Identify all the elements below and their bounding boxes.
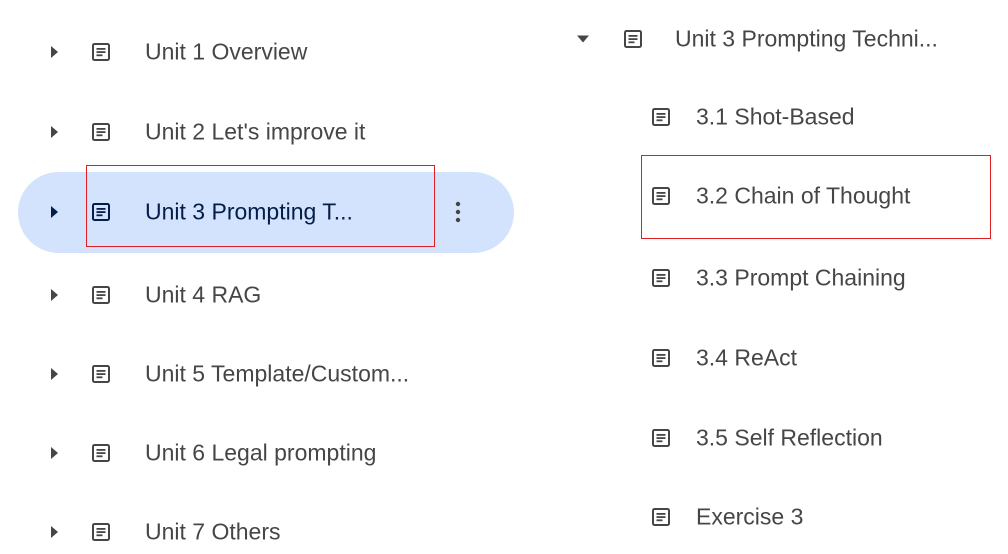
document-icon bbox=[92, 123, 110, 141]
document-icon bbox=[652, 508, 670, 526]
outline-item-unit-1[interactable]: Unit 1 Overview bbox=[0, 22, 510, 82]
caret-right-icon[interactable] bbox=[51, 126, 58, 138]
outline-item-label: Unit 6 Legal prompting bbox=[145, 439, 377, 466]
caret-right-icon[interactable] bbox=[51, 206, 58, 218]
outline-item-label: Unit 7 Others bbox=[145, 518, 281, 545]
outline-item-label: Exercise 3 bbox=[696, 503, 804, 530]
document-icon bbox=[652, 429, 670, 447]
outline-subitem-3-2[interactable]: 3.2 Chain of Thought bbox=[548, 166, 1008, 226]
document-icon bbox=[92, 286, 110, 304]
document-icon bbox=[652, 269, 670, 287]
caret-right-icon[interactable] bbox=[51, 46, 58, 58]
outline-item-unit-5[interactable]: Unit 5 Template/Custom... bbox=[0, 344, 510, 404]
outline-item-label: 3.3 Prompt Chaining bbox=[696, 264, 906, 291]
outline-item-unit-2[interactable]: Unit 2 Let's improve it bbox=[0, 102, 510, 162]
caret-right-icon[interactable] bbox=[51, 289, 58, 301]
document-icon bbox=[92, 444, 110, 462]
right-outline-panel: Unit 3 Prompting Techni... 3.1 Shot-Base… bbox=[548, 0, 1008, 554]
caret-right-icon[interactable] bbox=[51, 368, 58, 380]
outline-item-label: Unit 3 Prompting T... bbox=[145, 198, 353, 225]
outline-subitem-3-1[interactable]: 3.1 Shot-Based bbox=[548, 87, 1008, 147]
outline-subitem-3-3[interactable]: 3.3 Prompt Chaining bbox=[548, 248, 1008, 308]
outline-item-label: Unit 5 Template/Custom... bbox=[145, 360, 410, 387]
outline-item-label: 3.5 Self Reflection bbox=[696, 424, 883, 451]
outline-subitem-exercise-3[interactable]: Exercise 3 bbox=[548, 487, 1008, 547]
outline-item-label: Unit 1 Overview bbox=[145, 38, 308, 65]
outline-subitem-3-4[interactable]: 3.4 ReAct bbox=[548, 328, 1008, 388]
document-icon bbox=[92, 43, 110, 61]
outline-item-unit-3-expanded[interactable]: Unit 3 Prompting Techni... bbox=[548, 9, 1008, 69]
document-icon bbox=[652, 349, 670, 367]
caret-right-icon[interactable] bbox=[51, 526, 58, 538]
outline-item-unit-7[interactable]: Unit 7 Others bbox=[0, 502, 510, 554]
more-vert-icon[interactable] bbox=[455, 200, 461, 224]
document-icon bbox=[92, 203, 110, 221]
outline-item-label: 3.2 Chain of Thought bbox=[696, 182, 911, 209]
document-icon bbox=[92, 365, 110, 383]
outline-item-unit-4[interactable]: Unit 4 RAG bbox=[0, 265, 510, 325]
outline-item-label: Unit 3 Prompting Techni... bbox=[675, 25, 938, 52]
outline-item-label: Unit 2 Let's improve it bbox=[145, 118, 366, 145]
document-icon bbox=[92, 523, 110, 541]
document-icon bbox=[624, 30, 642, 48]
screenshot-stage: Unit 1 Overview Unit 2 Let's improve it … bbox=[0, 0, 1008, 554]
caret-right-icon[interactable] bbox=[51, 447, 58, 459]
outline-item-label: 3.4 ReAct bbox=[696, 344, 797, 371]
document-icon bbox=[652, 187, 670, 205]
caret-down-icon[interactable] bbox=[577, 35, 589, 43]
outline-item-label: Unit 4 RAG bbox=[145, 281, 262, 308]
outline-item-unit-3[interactable]: Unit 3 Prompting T... bbox=[0, 182, 510, 242]
document-icon bbox=[652, 108, 670, 126]
outline-item-unit-6[interactable]: Unit 6 Legal prompting bbox=[0, 423, 510, 483]
outline-subitem-3-5[interactable]: 3.5 Self Reflection bbox=[548, 408, 1008, 468]
outline-item-label: 3.1 Shot-Based bbox=[696, 103, 855, 130]
left-outline-panel: Unit 1 Overview Unit 2 Let's improve it … bbox=[0, 0, 520, 554]
